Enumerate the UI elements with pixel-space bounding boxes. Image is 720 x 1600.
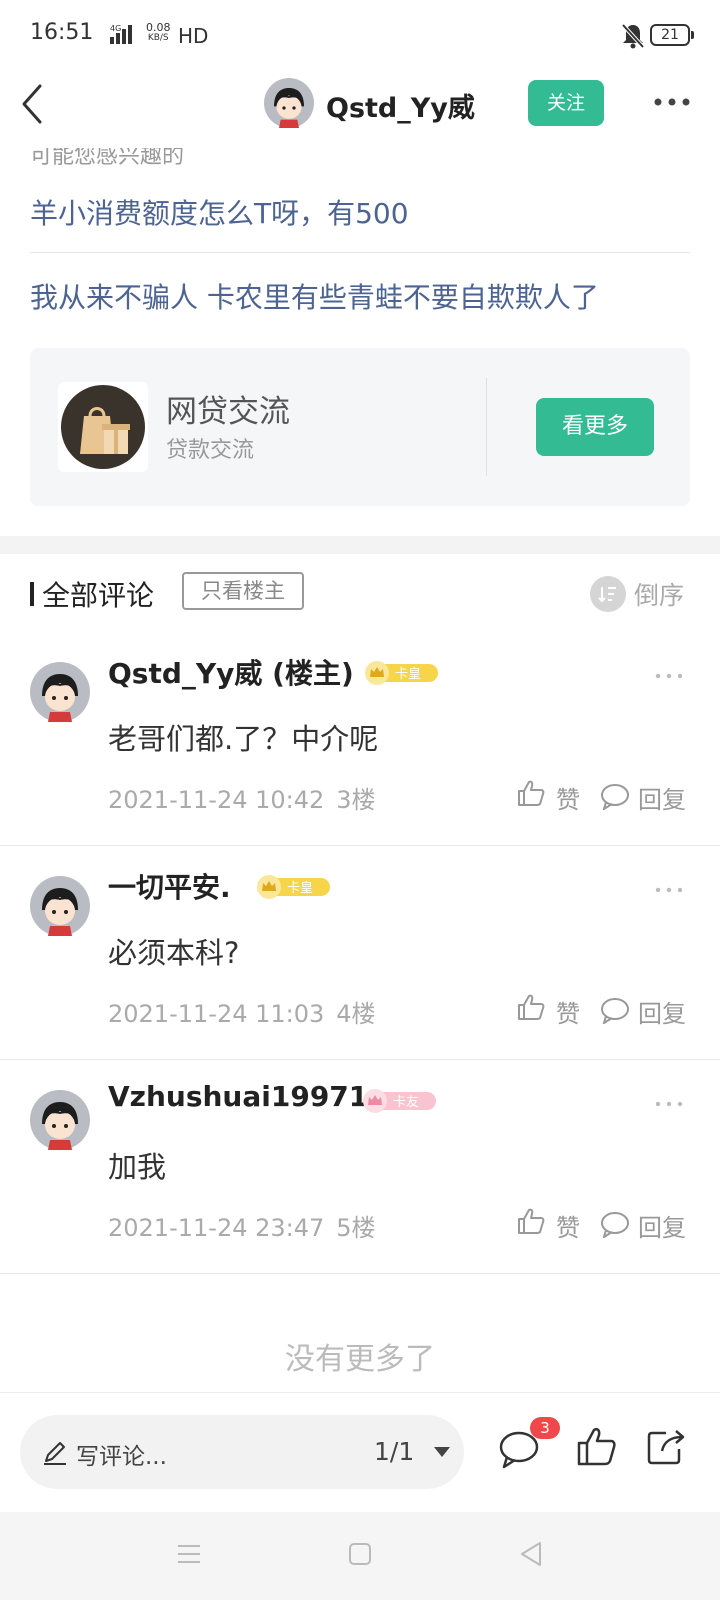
like-label[interactable]: 赞 [556,1208,580,1243]
status-time: 16:51 [30,20,94,45]
network-type: 4G [110,24,121,33]
badge-label: 卡友 [393,1094,419,1110]
forum-name: 网贷交流 [166,394,290,430]
net-speed: 0.08 KB/S [146,22,171,44]
more-dots-icon[interactable] [654,672,684,680]
write-comment-label: 写评论... [76,1444,167,1470]
reply-bubble-icon[interactable] [600,782,630,810]
see-more-button[interactable]: 看更多 [536,398,654,456]
page-indicator[interactable]: 1/1 [374,1437,414,1466]
comments-title: 全部评论 [42,579,155,612]
reply-bubble-icon[interactable] [600,1210,630,1238]
comment-count-badge: 3 [530,1417,560,1439]
write-comment-input[interactable]: 写评论... 1/1 [20,1415,464,1489]
comment-floor: 5楼 [336,1214,376,1242]
comment-meta: 2021-11-24 11:03 4楼 [108,994,376,1029]
bottom-action-bar: 写评论... 1/1 3 [0,1392,720,1512]
badge-label: 卡皇 [287,881,313,896]
thumbs-up-icon[interactable] [516,778,546,808]
follow-button[interactable]: 关注 [528,80,604,126]
crown-badge-icon: 卡皇 [365,661,438,685]
battery-indicator: 21 [650,24,694,46]
avatar[interactable] [30,1090,90,1150]
comments-header: 全部评论 只看楼主 倒序 [0,570,720,614]
divider [30,252,690,253]
forum-subtitle: 贷款交流 [166,438,255,463]
comment-text: 老哥们都.了？中介呢 [108,722,379,756]
comment-username[interactable]: 一切平安. [108,866,231,906]
comment-item: Vzhushuai19971 卡友 加我 2021-11-24 23:47 5楼 … [0,1060,720,1274]
badge-label: 卡皇 [395,667,421,682]
comment-time: 2021-11-24 11:03 [108,1000,325,1028]
back-triangle-icon[interactable] [518,1540,544,1568]
comment-meta: 2021-11-24 10:42 3楼 [108,780,376,815]
title-accent-bar [30,582,34,606]
signal-icon: 4G [110,24,132,44]
header-username[interactable]: Qstd_Yy威 [326,86,475,125]
pen-icon [44,1442,66,1465]
reply-label[interactable]: 回复 [638,994,686,1029]
net-speed-value: 0.08 [146,21,171,34]
avatar[interactable] [30,662,90,722]
comment-meta: 2021-11-24 23:47 5楼 [108,1208,376,1243]
sort-label[interactable]: 倒序 [634,576,684,612]
thumbs-up-icon[interactable] [516,1206,546,1236]
shopping-bag-icon [58,382,148,472]
home-square-icon[interactable] [348,1542,372,1566]
only-op-button[interactable]: 只看楼主 [182,572,304,610]
comment-item: 一切平安. 卡皇 必须本科? 2021-11-24 11:03 4楼 赞 回复 [0,846,720,1060]
more-dots-icon[interactable] [652,92,692,112]
reply-label[interactable]: 回复 [638,1208,686,1243]
crown-badge-icon: 卡皇 [257,875,330,899]
reply-bubble-icon[interactable] [600,996,630,1024]
comment-time: 2021-11-24 10:42 [108,786,325,814]
comment-text: 必须本科? [108,936,240,970]
related-post-link[interactable]: 羊小消费额度怎么T呀，有500 [30,192,409,232]
reply-label[interactable]: 回复 [638,780,686,815]
section-separator [0,536,720,554]
like-label[interactable]: 赞 [556,780,580,815]
app-header: Qstd_Yy威 关注 [0,72,720,148]
bell-muted-icon [621,23,645,49]
more-dots-icon[interactable] [654,886,684,894]
thumbs-up-icon[interactable] [576,1425,616,1467]
no-more-label: 没有更多了 [285,1342,435,1377]
comment-floor: 4楼 [336,1000,376,1028]
status-bar: 16:51 4G 0.08 KB/S HD 21 [0,0,720,72]
forum-card[interactable]: 网贷交流 贷款交流 看更多 [30,348,690,506]
comment-text: 加我 [108,1150,167,1184]
system-nav-bar [0,1512,720,1600]
comment-username[interactable]: Qstd_Yy威 (楼主) [108,652,354,692]
related-post-link[interactable]: 我从来不骗人 卡农里有些青蛙不要自欺欺人了 [30,276,599,316]
comment-item: Qstd_Yy威 (楼主) 卡皇 老哥们都.了？中介呢 2021-11-24 1… [0,632,720,846]
avatar[interactable] [30,876,90,936]
comment-floor: 3楼 [336,786,376,814]
hd-label: HD [178,24,209,48]
comment-username[interactable]: Vzhushuai19971 [108,1080,368,1113]
menu-icon[interactable] [176,1542,202,1566]
avatar[interactable] [264,78,314,128]
comment-time: 2021-11-24 23:47 [108,1214,325,1242]
share-icon[interactable] [646,1427,686,1465]
net-speed-unit: KB/S [147,33,169,43]
back-chevron-icon[interactable] [18,82,48,126]
caret-down-icon[interactable] [432,1445,452,1459]
divider [486,378,487,476]
like-label[interactable]: 赞 [556,994,580,1029]
more-dots-icon[interactable] [654,1100,684,1108]
crown-badge-icon: 卡友 [363,1089,436,1113]
thumbs-up-icon[interactable] [516,992,546,1022]
sort-icon[interactable] [590,576,626,612]
